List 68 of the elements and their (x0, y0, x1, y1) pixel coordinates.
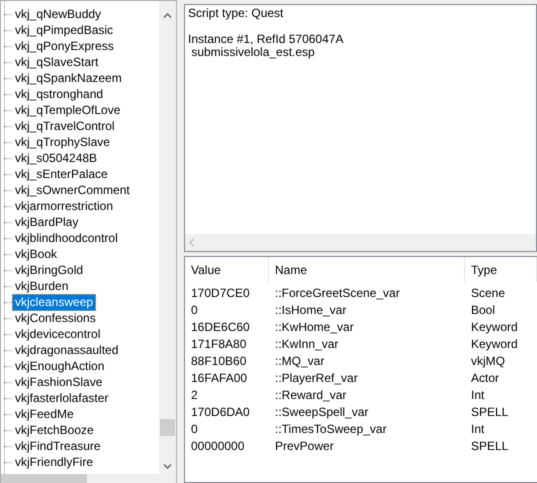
table-cell-text: SPELL (470, 404, 508, 418)
file-name-text: submissivelola_est.esp (190, 46, 316, 59)
tree-item[interactable]: vkjblindhoodcontrol (12, 230, 121, 246)
tree-item[interactable]: vkj_qTempleOfLove (12, 102, 124, 118)
table-cell-text: 2 (190, 388, 198, 402)
tree-item[interactable]: vkjFashionSlave (12, 374, 106, 390)
instance-text: Instance #1, RefId 5706047A (188, 33, 344, 46)
tree-item[interactable]: vkj_qTravelControl (12, 118, 118, 134)
tree-item[interactable]: vkjFeedMe (12, 406, 77, 422)
tree-item[interactable]: vkj_qSpankNazeem (12, 70, 125, 86)
tree-item[interactable]: vkjEnoughAction (12, 358, 108, 374)
tree-item[interactable]: vkjBook (12, 246, 60, 262)
table-cell-text: 0 (190, 422, 198, 436)
tree-item[interactable]: vkjcleansweep (12, 294, 96, 310)
table-cell-text: 16DE6C60 (190, 320, 250, 334)
column-header[interactable]: Value (185, 257, 269, 282)
table-cell-text: ::TimesToSweep_var (274, 422, 387, 436)
tree-item[interactable]: vkj_qPonyExpress (12, 38, 117, 54)
tree-item[interactable]: vkj_qTrophySlave (12, 134, 113, 150)
table-cell-text: ::MQ_var (274, 354, 324, 368)
tree-item[interactable]: vkjFriendlyFire (12, 454, 96, 470)
table-cell-text: Actor (470, 370, 500, 384)
tree-item[interactable]: vkjdragonassaulted (12, 342, 122, 358)
table-cell-text: 88F10B60 (190, 354, 246, 368)
table-cell-text: 00000000 (190, 438, 244, 452)
table-cell-text: 170D7CE0 (190, 286, 250, 300)
table-cell-text: Bool (470, 302, 496, 316)
table-cell-text: ::SweepSpell_var (274, 404, 368, 418)
table-cell-text: Keyword (470, 320, 518, 334)
tree-item[interactable]: vkj_sEnterPalace (12, 166, 111, 182)
table-cell-text: ::PlayerRef_var (274, 370, 358, 384)
table-cell-text: 16FAFA00 (190, 370, 248, 384)
scrollbar-thumb[interactable] (160, 419, 175, 436)
tree-item[interactable]: vkjfasterlolafaster (12, 390, 112, 406)
column-header[interactable]: Name (269, 257, 465, 282)
tree-item[interactable]: vkjConfessions (12, 310, 99, 326)
table-cell-text: ::ForceGreetScene_var (274, 286, 400, 300)
vertical-scrollbar[interactable] (159, 1, 176, 474)
tree-item[interactable]: vkj_qstronghand (12, 86, 106, 102)
column-header[interactable]: Type (465, 257, 537, 282)
tree-item[interactable]: vkjarmorrestriction (12, 198, 116, 214)
table-cell-text: ::IsHome_var (274, 302, 346, 316)
tree-item[interactable]: vkjdevicecontrol (12, 326, 104, 342)
tree-item[interactable]: vkjFetchBooze (12, 422, 97, 438)
tree-item[interactable]: vkj_qPimpedBasic (12, 22, 116, 38)
horizontal-scrollbar[interactable] (185, 234, 536, 251)
table-cell-text: SPELL (470, 438, 508, 452)
tree-item[interactable]: vkj_qSlaveStart (12, 54, 102, 70)
table-cell-text: Keyword (470, 336, 518, 350)
tree-item[interactable]: vkjFindTreasure (12, 438, 104, 454)
table-cell-text: 170D6DA0 (190, 404, 250, 418)
table-cell-text: ::Reward_var (274, 388, 346, 402)
tree-item[interactable]: vkj_qNewBuddy (12, 6, 104, 22)
tree-item[interactable]: vkjBurden (12, 278, 72, 294)
table-cell-text: 0 (190, 302, 198, 316)
table-cell-text: ::KwInn_var (274, 336, 338, 350)
table-cell-text: ::KwHome_var (274, 320, 354, 334)
table-cell-text: Scene (470, 286, 506, 300)
tree-item[interactable]: vkj_s0504248B (12, 150, 100, 166)
script-type-text: Script type: Quest (188, 7, 284, 20)
tree-item[interactable]: vkj_sOwnerComment (12, 182, 133, 198)
table-cell-text: PrevPower (274, 438, 334, 452)
tree-item[interactable]: vkjBardPlay (12, 214, 82, 230)
table-cell-text: Int (470, 388, 484, 402)
table-cell-text: vkjMQ (470, 354, 505, 368)
table-cell-text: Int (470, 422, 484, 436)
tree-item[interactable]: vkjBringGold (12, 262, 86, 278)
table-cell-text: 171F8A80 (190, 336, 246, 350)
